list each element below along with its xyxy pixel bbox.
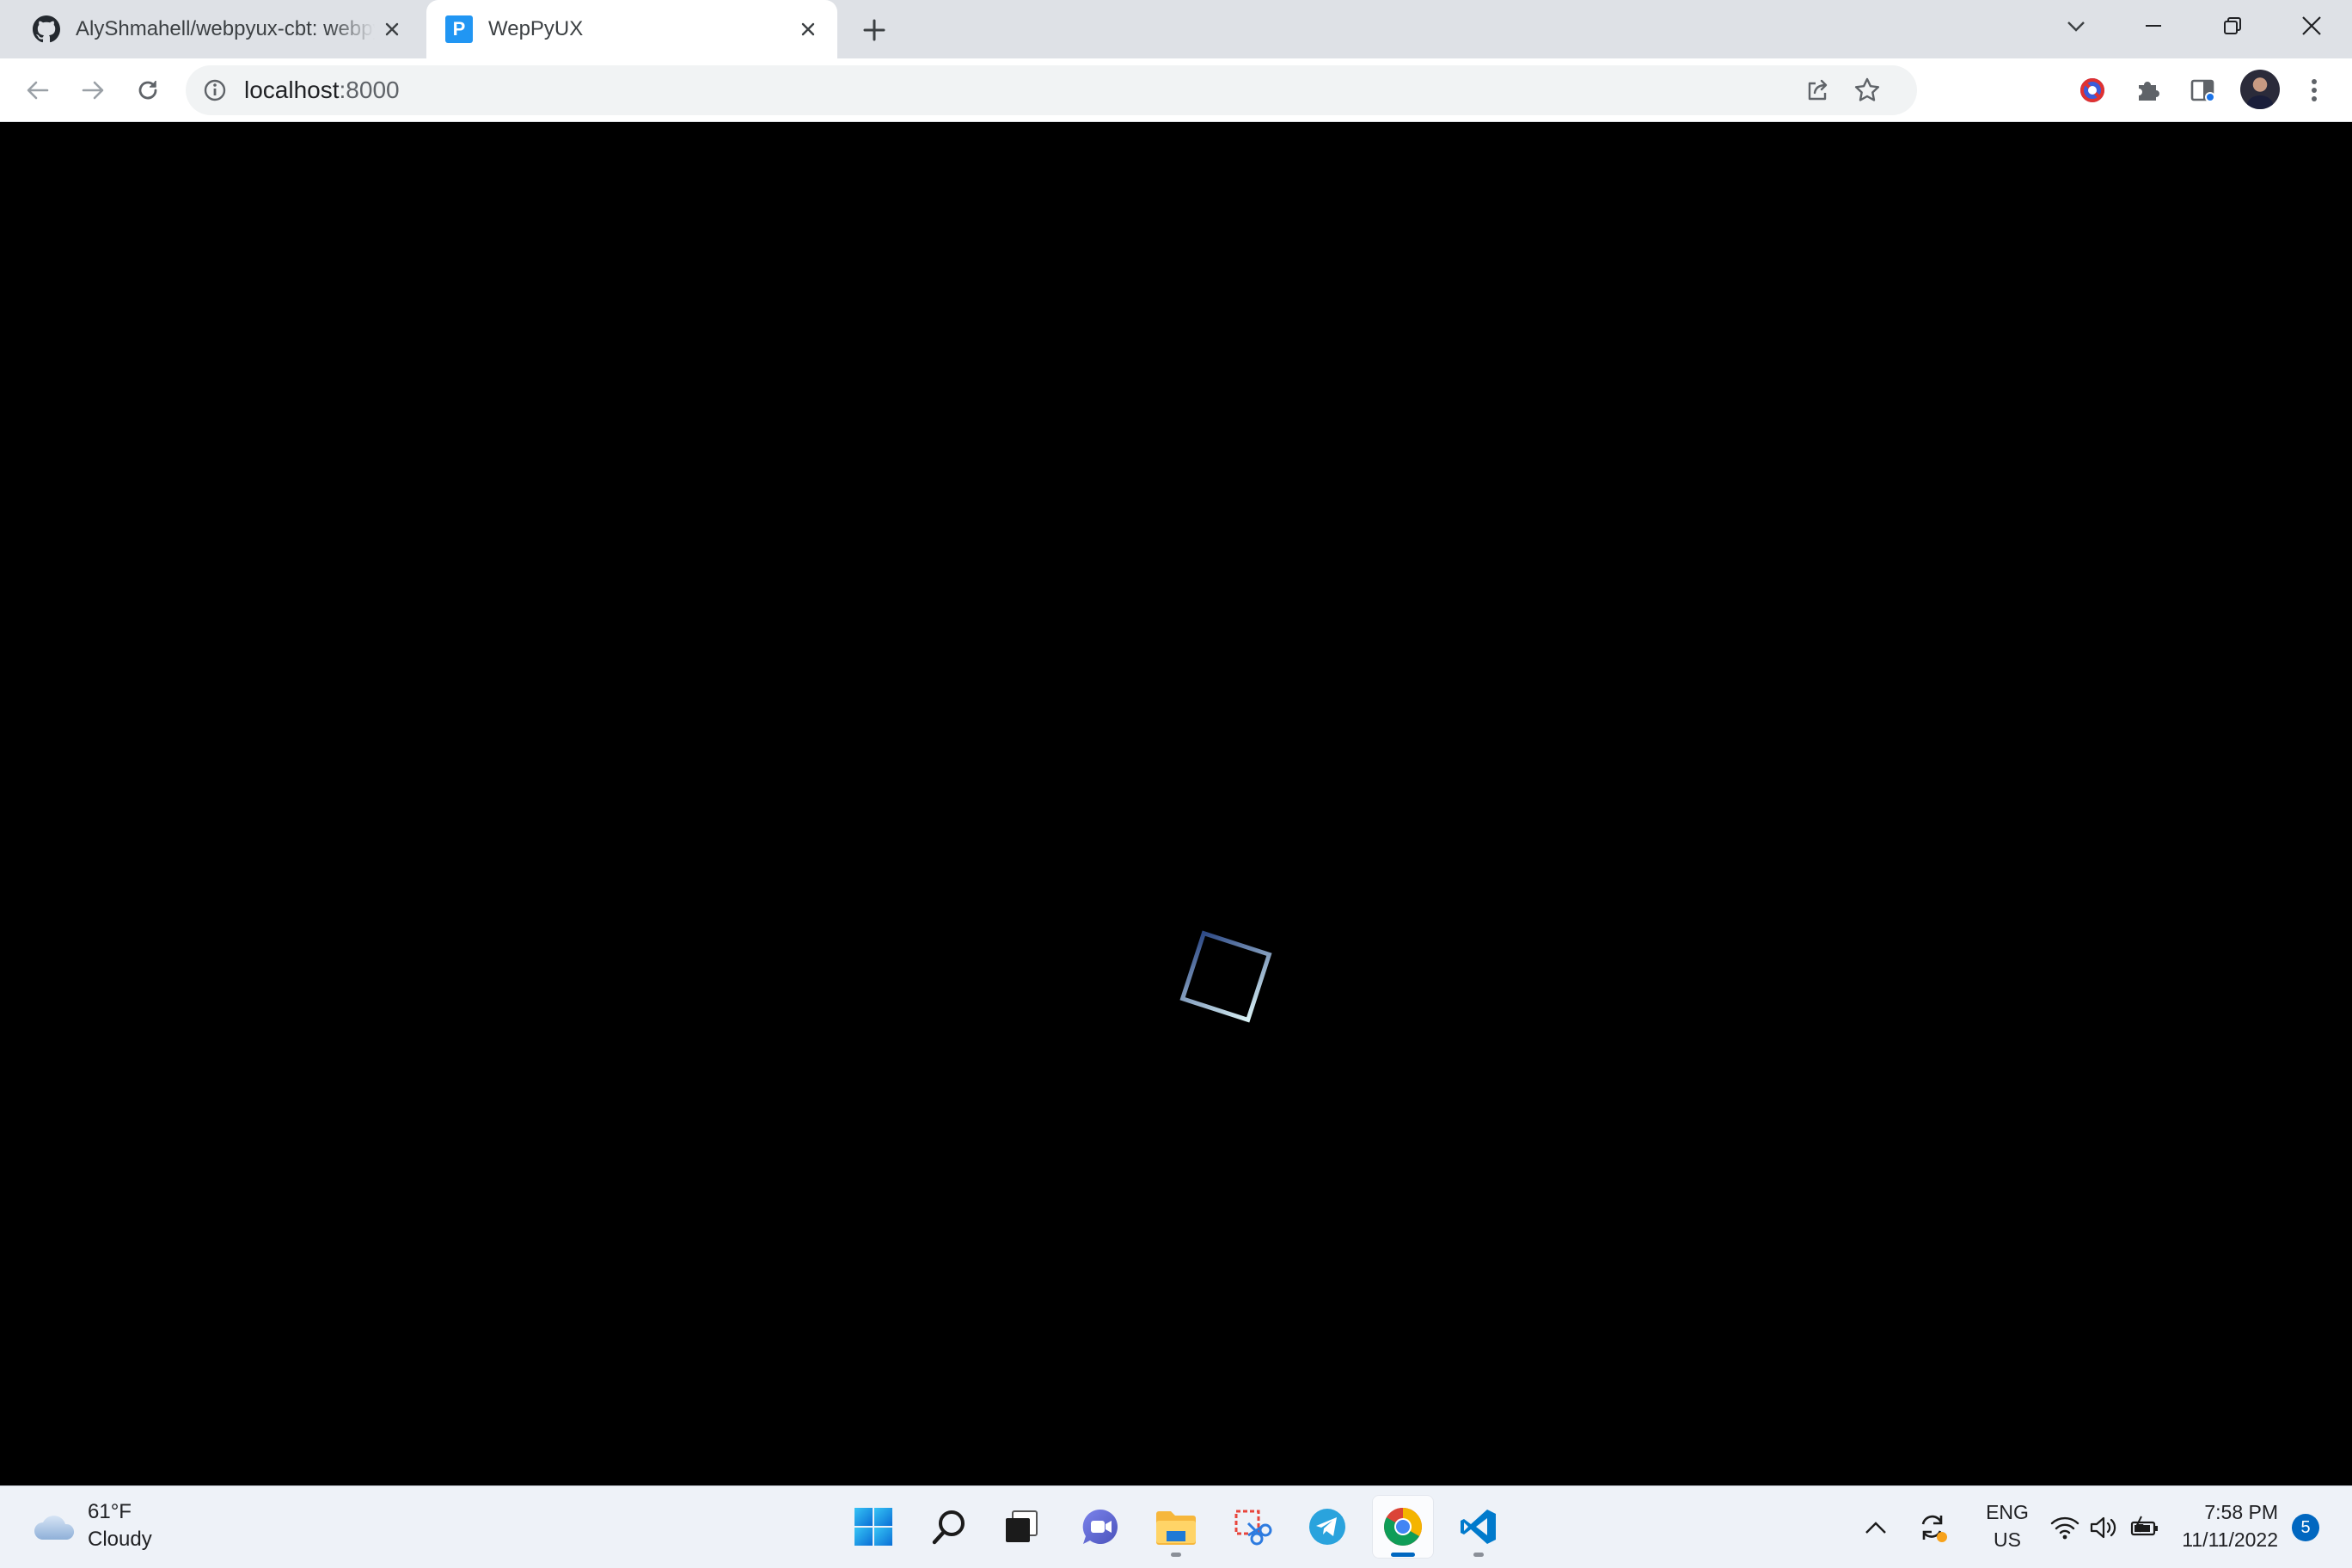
address-bar[interactable]: localhost:8000 xyxy=(186,65,1917,115)
clock-date: 11/11/2022 xyxy=(2182,1528,2278,1551)
tab-title-weppyux: WepPyUX xyxy=(488,17,584,40)
share-icon[interactable] xyxy=(1802,75,1833,106)
teams-chat-button[interactable] xyxy=(1069,1495,1131,1559)
wifi-status[interactable] xyxy=(2048,1505,2082,1550)
show-hidden-icons-button[interactable] xyxy=(1859,1505,1893,1550)
running-indicator-active xyxy=(1391,1553,1415,1557)
windows-logo-icon xyxy=(854,1508,892,1546)
blocker-extension-icon xyxy=(2080,78,2104,102)
notification-count-badge[interactable]: 5 xyxy=(2292,1514,2319,1541)
arrow-right-icon xyxy=(82,81,104,100)
close-window-button[interactable] xyxy=(2282,0,2342,52)
restore-icon xyxy=(2224,17,2241,34)
reload-icon xyxy=(138,81,157,100)
volume-status[interactable] xyxy=(2087,1505,2122,1550)
cloud-icon xyxy=(34,1516,75,1540)
input-language-indicator[interactable]: ENG US xyxy=(1977,1498,2037,1553)
sync-status-button[interactable] xyxy=(1914,1505,1951,1550)
profile-avatar[interactable] xyxy=(2240,70,2280,109)
github-icon xyxy=(33,15,60,43)
side-panel-icon xyxy=(2190,79,2215,102)
extensions-button[interactable] xyxy=(2128,71,2166,109)
url-host: localhost xyxy=(244,77,340,103)
url-port: :8000 xyxy=(339,77,400,103)
site-info-icon[interactable] xyxy=(201,77,229,104)
snipping-tool-button[interactable] xyxy=(1221,1495,1283,1559)
start-button[interactable] xyxy=(842,1495,904,1559)
windows-taskbar: 61°F Cloudy ENG US 7:58 PM 11/11/2022 5 xyxy=(0,1485,2352,1568)
vscode-icon xyxy=(1461,1510,1496,1544)
running-indicator xyxy=(1171,1553,1181,1557)
chrome-icon xyxy=(1384,1508,1422,1546)
close-tab-icon[interactable] xyxy=(791,12,825,46)
clock-time: 7:58 PM xyxy=(2204,1501,2278,1523)
tab-weppyux[interactable]: P WepPyUX xyxy=(426,0,837,58)
side-panel-button[interactable] xyxy=(2184,71,2221,109)
wifi-icon xyxy=(2050,1516,2079,1540)
new-tab-button[interactable] xyxy=(856,12,892,48)
puzzle-icon xyxy=(2139,82,2159,101)
reload-button[interactable] xyxy=(129,71,167,109)
lang-code: ENG xyxy=(1986,1501,2029,1523)
weather-widget[interactable]: 61°F Cloudy xyxy=(31,1498,152,1553)
chevron-down-icon xyxy=(2067,21,2085,32)
task-view-icon xyxy=(1006,1510,1038,1542)
restore-button[interactable] xyxy=(2202,0,2263,52)
browser-toolbar: localhost:8000 xyxy=(0,58,2352,122)
snipping-tool-icon xyxy=(1234,1510,1272,1546)
loading-spinner xyxy=(1179,930,1272,1023)
chevron-up-icon xyxy=(1865,1522,1886,1534)
speaker-icon xyxy=(2090,1516,2116,1539)
telegram-button[interactable] xyxy=(1296,1495,1358,1559)
file-explorer-button[interactable] xyxy=(1145,1495,1207,1559)
taskbar-search-button[interactable] xyxy=(918,1495,980,1559)
vscode-button[interactable] xyxy=(1448,1495,1510,1559)
weather-condition: Cloudy xyxy=(88,1528,152,1551)
forward-button[interactable] xyxy=(74,71,112,109)
tab-title-github: AlyShmahell/webpyux-cbt: webpyux xyxy=(76,17,375,40)
page-viewport xyxy=(0,122,2352,1485)
telegram-icon xyxy=(1309,1509,1345,1545)
search-icon xyxy=(932,1510,965,1545)
chrome-taskbar-button[interactable] xyxy=(1372,1495,1434,1559)
plus-icon xyxy=(863,19,885,41)
back-button[interactable] xyxy=(19,71,57,109)
task-view-button[interactable] xyxy=(990,1495,1052,1559)
running-indicator xyxy=(1473,1553,1484,1557)
system-clock[interactable]: 7:58 PM 11/11/2022 xyxy=(2166,1498,2278,1553)
star-icon[interactable] xyxy=(1852,75,1883,106)
battery-status[interactable] xyxy=(2128,1505,2163,1550)
minimize-icon xyxy=(2146,25,2161,27)
tab-strip: AlyShmahell/webpyux-cbt: webpyux P WepPy… xyxy=(0,0,2352,58)
folder-icon xyxy=(1156,1511,1196,1545)
sync-icon xyxy=(1921,1515,1947,1542)
weather-temp: 61°F xyxy=(88,1500,132,1523)
battery-charging-icon xyxy=(2130,1516,2158,1536)
lang-region: US xyxy=(1994,1528,2021,1551)
tab-github[interactable]: AlyShmahell/webpyux-cbt: webpyux xyxy=(0,0,421,58)
arrow-left-icon xyxy=(27,81,49,100)
close-icon xyxy=(2302,16,2321,35)
tab-search-button[interactable] xyxy=(2046,0,2106,52)
close-tab-icon[interactable] xyxy=(375,12,409,46)
browser-menu-button[interactable] xyxy=(2295,71,2333,109)
chat-icon xyxy=(1082,1509,1118,1544)
minimize-button[interactable] xyxy=(2123,0,2184,52)
extension-blocker-button[interactable] xyxy=(2073,71,2111,109)
weppyux-favicon-icon: P xyxy=(445,15,473,43)
kebab-menu-icon xyxy=(2312,79,2317,101)
url-text[interactable]: localhost:8000 xyxy=(244,65,400,115)
